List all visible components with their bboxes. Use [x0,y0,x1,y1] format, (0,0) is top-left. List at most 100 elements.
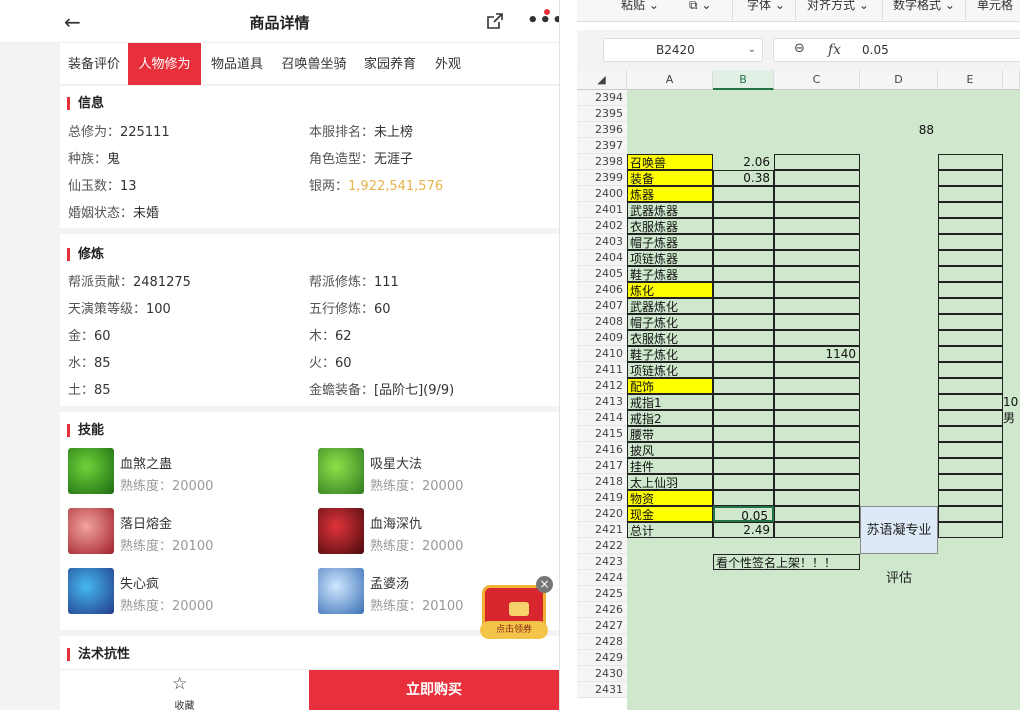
cell-c2411[interactable] [774,362,860,378]
row-header[interactable]: 2419 [577,490,627,506]
row-header[interactable]: 2403 [577,234,627,250]
selected-cell-b2420[interactable]: 0.05 [713,506,774,523]
font-menu[interactable]: 字体 ⌄ [747,0,785,14]
cell-e2407[interactable] [938,298,1003,314]
close-icon[interactable]: × [536,576,553,593]
cell-a2419[interactable]: 物资 [627,490,713,506]
cell-e2406[interactable] [938,282,1003,298]
cell-a2414[interactable]: 戒指2 [627,410,713,426]
cell-b2415[interactable] [713,426,774,442]
cell-e2421[interactable] [938,522,1003,538]
row-header[interactable]: 2422 [577,538,627,554]
evaluation-label[interactable]: 苏语凝专业评估 [860,506,938,586]
cell-b2413[interactable] [713,394,774,410]
col-header-e[interactable]: E [938,70,1003,90]
cell-a2413[interactable]: 戒指1 [627,394,713,410]
cell-c2400[interactable] [774,186,860,202]
cell-a2412[interactable]: 配饰 [627,378,713,394]
cell-c2413[interactable] [774,394,860,410]
cell-e2415[interactable] [938,426,1003,442]
cell-e2409[interactable] [938,330,1003,346]
cell-b2398[interactable]: 2.06 [713,154,774,170]
cell-c2398[interactable] [774,154,860,170]
row-header[interactable]: 2423 [577,554,627,570]
col-header-c[interactable]: C [774,70,860,90]
row-header[interactable]: 2428 [577,634,627,650]
cell-d2396[interactable]: 88 [860,122,938,138]
row-header[interactable]: 2420 [577,506,627,522]
cell-a2420[interactable]: 现金 [627,506,713,522]
formula-value[interactable]: 0.05 [862,43,889,57]
zoom-icon[interactable]: ⊖ [794,41,805,56]
fx-icon[interactable]: fx [828,42,841,58]
cells[interactable]: 召唤兽 装备 炼器 武器炼器 衣服炼器 帽子炼器 项链炼器 鞋子炼器 炼化 武器炼化 帽子炼化 衣服炼… [627,90,1020,710]
row-header[interactable]: 2402 [577,218,627,234]
cell-b2418[interactable] [713,474,774,490]
alignment-menu[interactable]: 对齐方式 ⌄ [807,0,869,14]
row-header[interactable]: 2414 [577,410,627,426]
cell-a2417[interactable]: 挂件 [627,458,713,474]
cell-e2400[interactable] [938,186,1003,202]
row-header[interactable]: 2427 [577,618,627,634]
cell-b2406[interactable] [713,282,774,298]
cell-a2407[interactable]: 武器炼化 [627,298,713,314]
row-header[interactable]: 2397 [577,138,627,154]
cell-b2404[interactable] [713,250,774,266]
cell-a2421[interactable]: 总计 [627,522,713,538]
cell-c2417[interactable] [774,458,860,474]
skill-item[interactable]: 落日熔金 熟练度：20100 [68,508,308,558]
row-header[interactable]: 2416 [577,442,627,458]
note-cell[interactable]: 看个性签名上架！！！ [713,554,860,570]
cell-e2416[interactable] [938,442,1003,458]
cell-c2403[interactable] [774,234,860,250]
cell-c2412[interactable] [774,378,860,394]
row-header[interactable]: 2400 [577,186,627,202]
select-all-corner[interactable]: ◢ [577,70,627,90]
row-header[interactable]: 2407 [577,298,627,314]
cell-a2399[interactable]: 装备 [627,170,713,186]
cell-b2403[interactable] [713,234,774,250]
cell-b2401[interactable] [713,202,774,218]
skill-item[interactable]: 血海深仇 熟练度：20000 [318,508,558,558]
cell-b2405[interactable] [713,266,774,282]
cell-e2417[interactable] [938,458,1003,474]
row-header[interactable]: 2394 [577,90,627,106]
cell-e2414[interactable] [938,410,1003,426]
col-header-a[interactable]: A [627,70,713,90]
row-header[interactable]: 2399 [577,170,627,186]
cell-a2411[interactable]: 项链炼化 [627,362,713,378]
cell-a2404[interactable]: 项链炼器 [627,250,713,266]
cell-b2411[interactable] [713,362,774,378]
cell-a2406[interactable]: 炼化 [627,282,713,298]
cell-c2414[interactable] [774,410,860,426]
cell-a2398[interactable]: 召唤兽 [627,154,713,170]
favorite-button[interactable]: ☆ 收藏 [60,670,309,710]
row-header[interactable]: 2395 [577,106,627,122]
cell-a2410[interactable]: 鞋子炼化 [627,346,713,362]
row-header[interactable]: 2396 [577,122,627,138]
cell-f2414[interactable]: 男 [1003,410,1015,426]
skill-item[interactable]: 失心疯 熟练度：20000 [68,568,308,618]
cell-c2405[interactable] [774,266,860,282]
clipboard-menu[interactable]: ⧉ ⌄ [689,0,711,14]
cell-e2403[interactable] [938,234,1003,250]
row-header[interactable]: 2421 [577,522,627,538]
row-header[interactable]: 2405 [577,266,627,282]
cell-b2412[interactable] [713,378,774,394]
buy-now-button[interactable]: 立即购买 [309,670,559,710]
cell-a2409[interactable]: 衣服炼化 [627,330,713,346]
cell-a2405[interactable]: 鞋子炼器 [627,266,713,282]
cell-e2401[interactable] [938,202,1003,218]
cell-b2409[interactable] [713,330,774,346]
cell-e2420[interactable] [938,506,1003,522]
cell-e2419[interactable] [938,490,1003,506]
row-header[interactable]: 2412 [577,378,627,394]
cell-a2402[interactable]: 衣服炼器 [627,218,713,234]
cell-e2405[interactable] [938,266,1003,282]
col-header-b[interactable]: B [713,70,774,90]
skill-item[interactable]: 吸星大法 熟练度：20000 [318,448,558,498]
row-header[interactable]: 2429 [577,650,627,666]
row-header[interactable]: 2415 [577,426,627,442]
share-icon[interactable] [486,12,504,30]
row-header[interactable]: 2430 [577,666,627,682]
